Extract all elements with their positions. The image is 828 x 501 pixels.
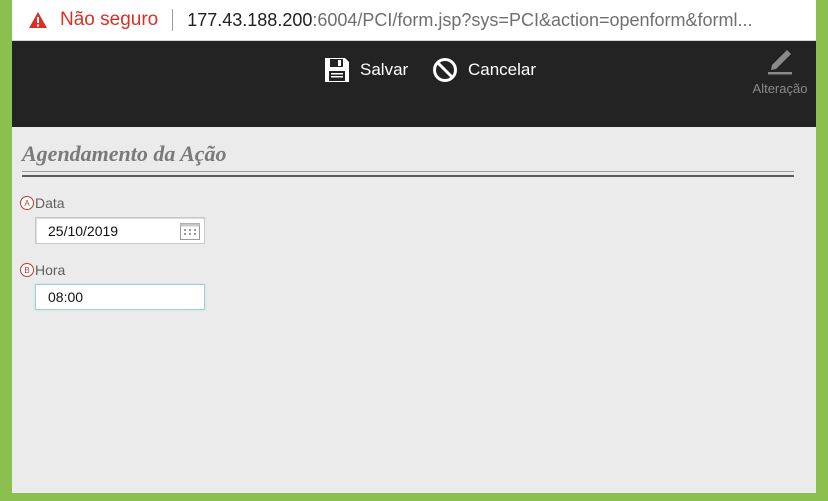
address-bar[interactable]: Não seguro 177.43.188.200:6004/PCI/form.… [12, 0, 816, 41]
hora-label: Hora [35, 262, 66, 278]
data-label: Data [35, 195, 65, 211]
title-divider [22, 171, 794, 177]
alter-button[interactable]: Alteração [745, 45, 815, 96]
time-field[interactable]: 08:00 [35, 284, 205, 310]
field-marker-b: B [20, 263, 34, 277]
warning-icon [29, 12, 47, 28]
cancel-label: Cancelar [468, 60, 537, 79]
url-path: :6004/PCI/form.jsp?sys=PCI&action=openfo… [312, 9, 753, 30]
field-marker-a: A [20, 196, 34, 210]
pencil-icon [768, 50, 792, 75]
hora-field-label: B Hora [20, 262, 65, 278]
security-indicator[interactable]: Não seguro [28, 9, 158, 31]
security-text: Não seguro [60, 9, 159, 30]
date-value: 25/10/2019 [48, 222, 119, 239]
date-field[interactable]: 25/10/2019 [35, 217, 205, 244]
window-border-right [816, 0, 828, 501]
alter-label: Alteração [752, 81, 808, 96]
action-toolbar: Salvar Cancelar Alteração [12, 41, 816, 127]
calendar-icon[interactable] [179, 221, 201, 241]
floppy-disk-icon [325, 58, 349, 82]
time-value: 08:00 [48, 289, 84, 305]
address-separator [172, 9, 174, 31]
save-label: Salvar [360, 60, 409, 79]
window-border-left [0, 0, 12, 501]
data-field-label: A Data [20, 195, 65, 211]
form-panel: Agendamento da Ação A Data 25/10/2019 B … [12, 127, 816, 493]
window-border-bottom [0, 493, 828, 501]
save-button[interactable]: Salvar [324, 57, 408, 83]
url-text[interactable]: 177.43.188.200:6004/PCI/form.jsp?sys=PCI… [187, 10, 752, 31]
section-title: Agendamento da Ação [22, 141, 227, 166]
cancel-icon [433, 58, 457, 82]
cancel-button[interactable]: Cancelar [432, 57, 536, 83]
url-host: 177.43.188.200 [187, 9, 313, 30]
